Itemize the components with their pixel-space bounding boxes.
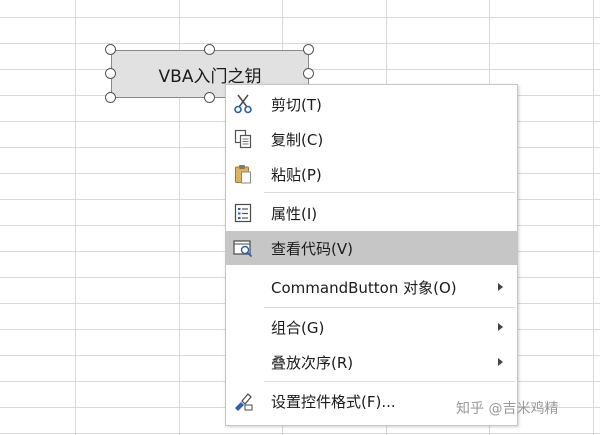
resize-handle-bottom[interactable] — [204, 92, 215, 103]
menu-item-cut-label: 剪切(T) — [271, 95, 322, 114]
menu-separator — [264, 381, 515, 382]
menu-item-properties-label: 属性(I) — [271, 204, 318, 223]
menu-item-copy[interactable]: 复制(C) — [226, 122, 517, 156]
menu-item-order-label: 叠放次序(R) — [271, 353, 354, 372]
watermark: 知乎 @吉米鸡精 — [456, 401, 559, 417]
menu-item-commandbutton-object-label: CommandButton 对象(O) — [271, 278, 457, 297]
menu-item-group-label: 组合(G) — [271, 318, 325, 337]
menu-item-copy-label: 复制(C) — [271, 130, 324, 149]
menu-item-cut[interactable]: 剪切(T) — [226, 87, 517, 121]
menu-item-properties[interactable]: 属性(I) — [226, 196, 517, 230]
menu-separator — [264, 307, 515, 308]
scissors-icon — [233, 94, 253, 114]
properties-icon — [233, 203, 253, 223]
resize-handle-bottom-left[interactable] — [105, 92, 116, 103]
resize-handle-top-left[interactable] — [105, 44, 116, 55]
menu-item-view-code-label: 查看代码(V) — [271, 239, 353, 258]
paste-icon — [233, 164, 253, 184]
resize-handle-top[interactable] — [204, 44, 215, 55]
command-button-caption: VBA入门之钥 — [158, 66, 262, 87]
menu-item-paste[interactable]: 粘贴(P) — [226, 157, 517, 191]
resize-handle-top-right[interactable] — [303, 44, 314, 55]
menu-item-format-control-label: 设置控件格式(F)... — [271, 392, 396, 411]
menu-item-view-code[interactable]: 查看代码(V) — [226, 231, 517, 265]
view-code-icon — [233, 238, 253, 258]
resize-handle-right[interactable] — [303, 68, 314, 79]
format-control-icon — [233, 391, 253, 411]
menu-separator — [264, 192, 515, 193]
submenu-arrow-icon — [498, 323, 503, 331]
menu-item-paste-label: 粘贴(P) — [271, 165, 322, 184]
menu-item-group[interactable]: 组合(G) — [226, 310, 517, 344]
menu-item-order[interactable]: 叠放次序(R) — [226, 345, 517, 379]
submenu-arrow-icon — [498, 283, 503, 291]
resize-handle-left[interactable] — [105, 68, 116, 79]
copy-icon — [233, 129, 253, 149]
menu-item-commandbutton-object[interactable]: CommandButton 对象(O) — [226, 270, 517, 304]
context-menu: 剪切(T) 复制(C) 粘贴(P) 属性(I) 查看代码(V) CommandB… — [225, 84, 518, 426]
submenu-arrow-icon — [498, 358, 503, 366]
